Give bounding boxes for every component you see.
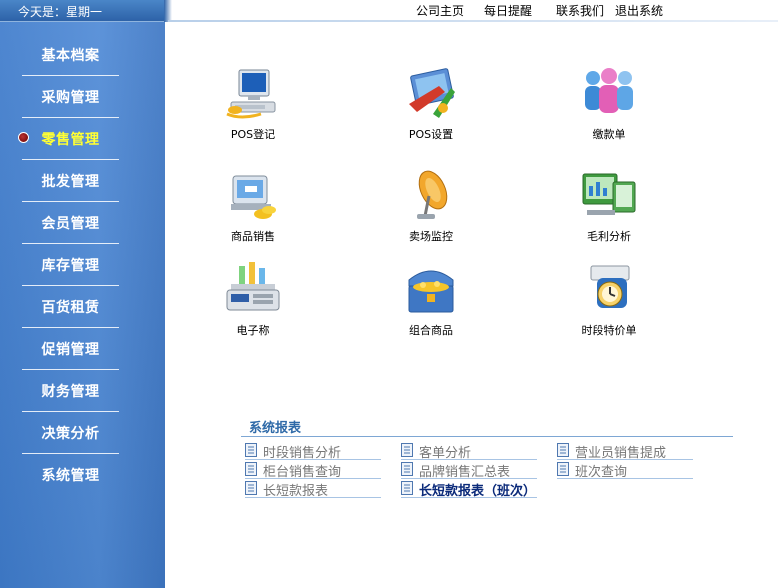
scale-icon	[226, 262, 280, 311]
document-icon	[557, 462, 569, 476]
sidebar-item-label: 财务管理	[41, 384, 100, 400]
report-underline	[401, 478, 537, 479]
tile-combo-products[interactable]: 组合商品	[371, 260, 491, 340]
report-underline	[401, 459, 537, 460]
sidebar-item-leasing[interactable]: 百货租赁	[22, 286, 119, 328]
reports-title: 系统报表	[249, 421, 302, 436]
document-icon	[245, 462, 257, 476]
report-underline	[401, 497, 537, 498]
report-underline	[245, 478, 381, 479]
people-icon	[585, 68, 633, 113]
sidebar-item-inventory[interactable]: 库存管理	[22, 244, 119, 286]
tile-label: 时段特价单	[581, 324, 637, 337]
document-icon	[245, 443, 257, 457]
date-tab: 今天是：星期一	[0, 0, 172, 22]
tile-label: 毛利分析	[587, 230, 631, 243]
top-bar: 今天是：星期一 公司主页 每日提醒 联系我们 退出系统	[0, 0, 778, 22]
tile-electronic-scale[interactable]: 电子称	[193, 260, 313, 340]
sidebar-item-members[interactable]: 会员管理	[22, 202, 119, 244]
tile-pos-settings[interactable]: POS设置	[371, 64, 491, 144]
tile-product-sales[interactable]: 商品销售	[193, 166, 313, 246]
report-underline	[245, 497, 381, 498]
link-company-home[interactable]: 公司主页	[416, 2, 464, 19]
sidebar-item-label: 零售管理	[41, 132, 100, 148]
report-underline	[245, 459, 381, 460]
computer-icon	[226, 69, 276, 119]
sidebar-item-system[interactable]: 系统管理	[22, 454, 119, 496]
sidebar-item-label: 库存管理	[41, 258, 100, 274]
satellite-dish-icon	[417, 170, 448, 219]
sidebar-item-finance[interactable]: 财务管理	[22, 370, 119, 412]
tile-gross-profit-analysis[interactable]: 毛利分析	[549, 166, 669, 246]
sidebar-item-wholesale[interactable]: 批发管理	[22, 160, 119, 202]
reports-divider	[241, 436, 733, 437]
sidebar-item-label: 会员管理	[41, 216, 100, 232]
document-icon	[557, 443, 569, 457]
sidebar-item-basic-archive[interactable]: 基本档案	[22, 34, 119, 76]
tile-label: POS设置	[408, 128, 454, 141]
sidebar-item-label: 促销管理	[41, 342, 100, 358]
sales-icon	[231, 175, 276, 219]
tile-label: 组合商品	[409, 324, 453, 337]
tile-time-period-special[interactable]: 时段特价单	[549, 260, 669, 340]
tile-label: 电子称	[236, 324, 270, 337]
sidebar-item-label: 基本档案	[41, 48, 100, 64]
clock-icon	[590, 265, 630, 308]
link-contact-us[interactable]: 联系我们	[556, 2, 604, 19]
document-icon	[245, 481, 257, 495]
date-text: 今天是：星期一	[18, 5, 103, 19]
sidebar-item-purchasing[interactable]: 采购管理	[22, 76, 119, 118]
tile-label: 缴款单	[592, 128, 626, 141]
document-icon	[401, 443, 413, 457]
sidebar-item-label: 采购管理	[41, 90, 100, 106]
tile-label: POS登记	[230, 128, 276, 141]
link-daily-reminder[interactable]: 每日提醒	[484, 2, 532, 19]
tile-label: 卖场监控	[409, 230, 453, 243]
tile-store-monitoring[interactable]: 卖场监控	[371, 166, 491, 246]
link-logout[interactable]: 退出系统	[615, 2, 663, 19]
tile-label: 商品销售	[231, 230, 275, 243]
tile-payment-slip[interactable]: 缴款单	[549, 64, 669, 144]
report-underline	[557, 459, 693, 460]
monitors-icon	[582, 173, 636, 215]
document-icon	[401, 481, 413, 495]
treasure-chest-icon	[408, 270, 454, 313]
sidebar-item-retail[interactable]: 零售管理	[18, 118, 119, 160]
sidebar-item-promotion[interactable]: 促销管理	[22, 328, 119, 370]
sidebar: 基本档案 采购管理 零售管理 批发管理 会员管理 库存管理 百货租赁 促销管理 …	[0, 22, 165, 588]
sidebar-item-label: 系统管理	[41, 468, 100, 484]
sidebar-item-label: 决策分析	[41, 426, 100, 442]
sidebar-item-label: 批发管理	[41, 174, 100, 190]
report-underline	[557, 478, 693, 479]
document-icon	[401, 462, 413, 476]
sidebar-item-decision-analysis[interactable]: 决策分析	[22, 412, 119, 454]
tile-pos-register[interactable]: POS登记	[193, 64, 313, 144]
main-content: POS登记 POS设置 缴款单 商品销售 卖场监控 毛利分析 电子称 组合商品 …	[165, 22, 778, 588]
sidebar-item-label: 百货租赁	[41, 300, 100, 316]
tools-icon	[409, 68, 455, 118]
